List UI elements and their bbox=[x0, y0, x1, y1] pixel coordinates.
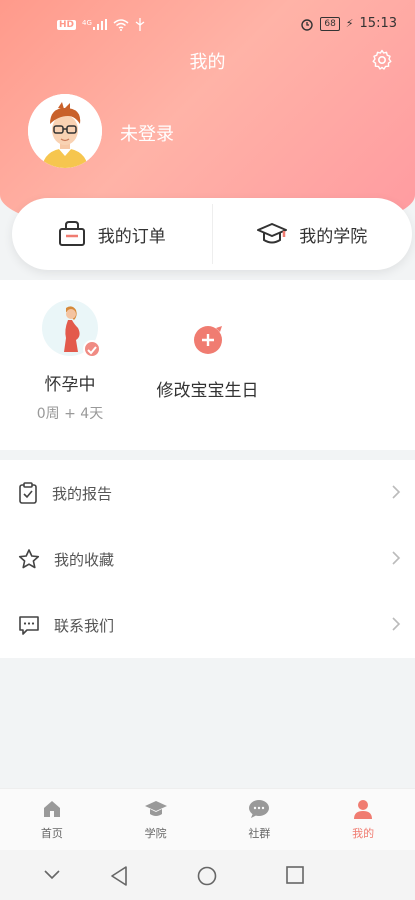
pregnancy-section: 怀孕中 0周 + 4天 修改宝宝生日 bbox=[0, 280, 415, 450]
recent-apps-icon[interactable] bbox=[286, 866, 304, 884]
chevron-right-icon bbox=[392, 551, 401, 565]
chevron-right-icon bbox=[392, 617, 401, 631]
status-left: HD 4G bbox=[57, 18, 145, 31]
tab-mine[interactable]: 我的 bbox=[311, 789, 415, 850]
status-bar: HD 4G 68 ⚡ 15:13 bbox=[0, 0, 415, 46]
hd-icon: HD bbox=[57, 19, 77, 30]
signal-4g-icon: 4G bbox=[82, 19, 107, 30]
edit-baby-birthday-button[interactable]: 修改宝宝生日 bbox=[150, 300, 265, 401]
pregnant-mother-icon bbox=[42, 300, 101, 358]
menu-item-label: 联系我们 bbox=[54, 616, 115, 635]
system-navigation-bar bbox=[0, 850, 415, 900]
tab-label: 首页 bbox=[40, 826, 63, 840]
star-icon bbox=[18, 549, 40, 569]
status-time: 15:13 bbox=[359, 16, 397, 31]
chevron-down-icon[interactable] bbox=[44, 870, 60, 880]
tab-label: 社群 bbox=[248, 826, 271, 840]
page-title: 我的 bbox=[189, 52, 226, 73]
tab-community[interactable]: 社群 bbox=[208, 789, 312, 850]
usb-icon bbox=[135, 18, 145, 31]
pregnancy-duration: 0周 + 4天 bbox=[36, 406, 104, 422]
tab-home[interactable]: 首页 bbox=[0, 789, 104, 850]
my-orders-label: 我的订单 bbox=[97, 226, 166, 247]
menu-item-my-favorites[interactable]: 我的收藏 bbox=[0, 526, 415, 592]
tab-label: 我的 bbox=[352, 826, 375, 840]
gear-icon[interactable] bbox=[370, 48, 394, 72]
chat-bubble-icon bbox=[249, 799, 270, 818]
my-academy-button[interactable]: 我的学院 bbox=[213, 198, 413, 270]
charging-icon: ⚡ bbox=[345, 17, 354, 30]
avatar[interactable] bbox=[28, 94, 102, 168]
wifi-icon bbox=[113, 18, 129, 31]
menu-item-contact-us[interactable]: 联系我们 bbox=[0, 592, 415, 658]
tab-label: 学院 bbox=[144, 826, 167, 840]
menu-item-my-report[interactable]: 我的报告 bbox=[0, 460, 415, 526]
chevron-right-icon bbox=[392, 485, 401, 499]
my-orders-button[interactable]: 我的订单 bbox=[12, 198, 212, 270]
home-icon bbox=[43, 800, 60, 817]
edit-baby-birthday-label: 修改宝宝生日 bbox=[156, 381, 259, 401]
home-circle-icon[interactable] bbox=[197, 866, 217, 886]
graduation-cap-icon bbox=[257, 223, 288, 244]
login-status[interactable]: 未登录 bbox=[120, 120, 174, 146]
shopping-basket-icon bbox=[58, 221, 85, 246]
pregnancy-status[interactable]: 怀孕中 0周 + 4天 bbox=[20, 300, 120, 423]
pregnancy-status-label: 怀孕中 bbox=[44, 375, 96, 395]
check-badge-icon bbox=[83, 340, 101, 358]
user-icon bbox=[354, 799, 373, 819]
message-icon bbox=[19, 616, 39, 635]
status-right: 68 ⚡ 15:13 bbox=[300, 16, 397, 31]
menu-item-label: 我的收藏 bbox=[54, 550, 115, 569]
my-academy-label: 我的学院 bbox=[299, 226, 368, 247]
alarm-icon bbox=[301, 18, 314, 31]
graduation-cap-icon bbox=[144, 800, 167, 816]
plus-icon bbox=[193, 326, 222, 354]
menu-list: 我的报告 我的收藏 联系我们 bbox=[0, 460, 415, 658]
menu-item-label: 我的报告 bbox=[52, 484, 113, 503]
tab-academy[interactable]: 学院 bbox=[104, 789, 208, 850]
avatar-illustration-icon bbox=[28, 94, 102, 168]
back-icon[interactable] bbox=[110, 866, 128, 886]
battery-indicator: 68 bbox=[320, 16, 340, 31]
report-icon bbox=[19, 482, 37, 504]
bottom-tab-bar: 首页 学院 社群 我的 bbox=[0, 788, 415, 850]
quick-access-card: 我的订单 我的学院 bbox=[12, 198, 412, 270]
